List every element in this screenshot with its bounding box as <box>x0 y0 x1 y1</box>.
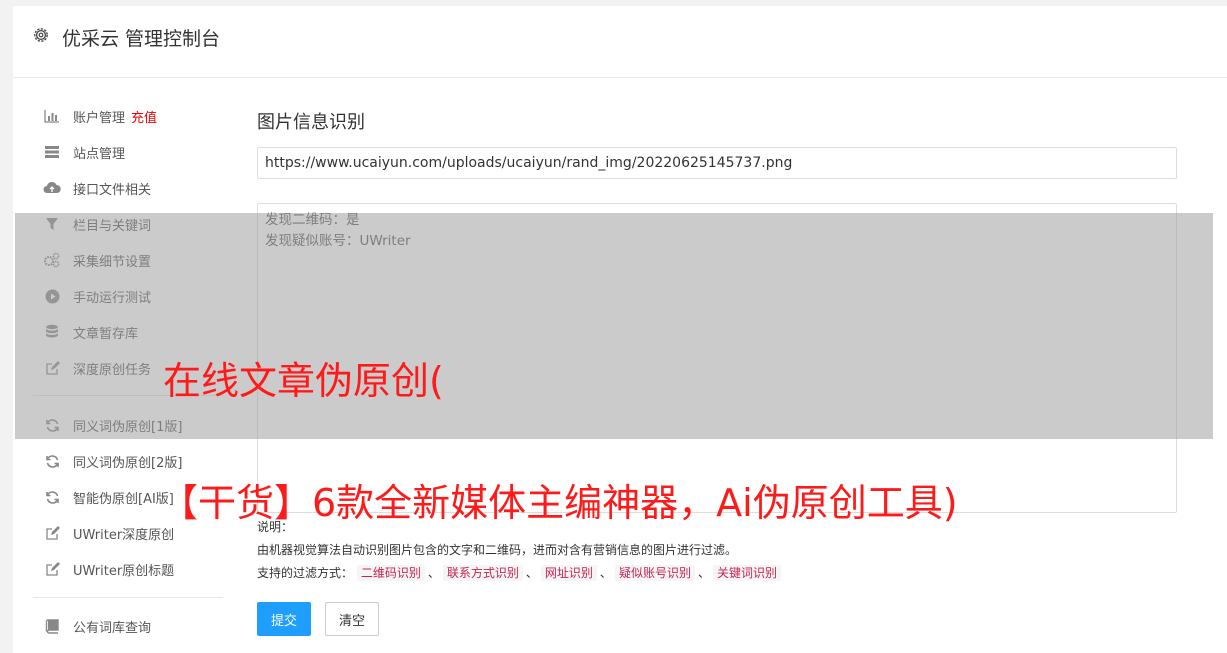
sidebar-item-collect-settings[interactable]: 采集细节设置 <box>43 248 151 272</box>
sidebar-item-label: 同义词伪原创[1版] <box>73 419 183 435</box>
sidebar-item-deep-original[interactable]: 深度原创任务 <box>43 356 151 380</box>
refresh-icon <box>43 452 61 470</box>
sidebar-item-synonym-v2[interactable]: 同义词伪原创[2版] <box>43 449 182 473</box>
database-icon <box>43 323 61 341</box>
filter-methods: 支持的过滤方式： 二维码识别、联系方式识别、网址识别、疑似账号识别、关键词识别 <box>257 562 781 585</box>
sidebar-item-interface[interactable]: 接口文件相关 <box>43 176 151 200</box>
sidebar-item-columns[interactable]: 栏目与关键词 <box>43 212 151 236</box>
filter-separator: 、 <box>599 566 612 580</box>
bar-chart-icon <box>43 107 61 125</box>
book-icon <box>43 617 61 635</box>
sidebar-item-label: 公有词库查询 <box>73 620 152 636</box>
page-header: 优采云 管理控制台 <box>13 6 1227 78</box>
refresh-icon <box>43 416 61 434</box>
sidebar-item-label: 采集细节设置 <box>73 254 152 270</box>
clear-button[interactable]: 清空 <box>325 602 379 636</box>
sidebar-item-ai-rewrite[interactable]: 智能伪原创[AI版] <box>43 485 174 509</box>
sidebar-item-label: 手动运行测试 <box>73 290 152 306</box>
sidebar-item-label: 账户管理 <box>73 110 126 126</box>
sidebar-item-sites[interactable]: 站点管理 <box>43 140 125 164</box>
result-line: 发现疑似账号：UWriter <box>265 233 411 249</box>
refresh-icon <box>43 488 61 506</box>
gear-icon <box>32 26 50 44</box>
sidebar-divider <box>33 597 223 598</box>
sidebar-item-label: 文章暂存库 <box>73 326 139 342</box>
sidebar-item-label: 深度原创任务 <box>73 362 152 378</box>
recharge-link[interactable]: 充值 <box>131 107 157 126</box>
sidebar-item-label: UWriter原创标题 <box>73 563 175 579</box>
image-url-input[interactable] <box>257 147 1177 179</box>
sidebar-item-label: UWriter深度原创 <box>73 527 175 543</box>
filter-label: 支持的过滤方式： <box>257 566 354 580</box>
filter-separator: 、 <box>427 566 440 580</box>
gears-icon <box>43 251 61 269</box>
section-title: 图片信息识别 <box>257 112 365 133</box>
sidebar-item-article-store[interactable]: 文章暂存库 <box>43 320 138 344</box>
sidebar-item-label: 同义词伪原创[2版] <box>73 455 183 471</box>
filter-icon <box>43 215 61 233</box>
submit-button[interactable]: 提交 <box>257 602 311 636</box>
sidebar-item-uwriter-title[interactable]: UWriter原创标题 <box>43 557 174 581</box>
play-icon <box>43 287 61 305</box>
overlay-headline-line1: 在线文章伪原创( <box>163 359 444 403</box>
filter-tag: 二维码识别 <box>356 565 425 581</box>
edit-icon <box>43 524 61 542</box>
sidebar-item-account[interactable]: 账户管理 充值 <box>43 104 157 128</box>
sidebar-item-label: 栏目与关键词 <box>73 218 152 234</box>
filter-tag: 联系方式识别 <box>442 565 523 581</box>
sidebar-item-label: 接口文件相关 <box>73 182 152 198</box>
sidebar-item-synonym-v1[interactable]: 同义词伪原创[1版] <box>43 413 182 437</box>
filter-separator: 、 <box>525 566 538 580</box>
edit-icon <box>43 560 61 578</box>
sidebar-item-manual-test[interactable]: 手动运行测试 <box>43 284 151 308</box>
notes-description: 由机器视觉算法自动识别图片包含的文字和二维码，进而对含有营销信息的图片进行过滤。 <box>257 543 738 557</box>
sidebar-item-label: 站点管理 <box>73 146 126 162</box>
result-line: 发现二维码：是 <box>265 212 360 228</box>
overlay-headline-line2: 【干货】6款全新媒体主编神器，Ai伪原创工具) <box>160 481 958 525</box>
filter-tag: 疑似账号识别 <box>614 565 695 581</box>
server-icon <box>43 143 61 161</box>
filter-tag: 关键词识别 <box>712 565 781 581</box>
sidebar-item-uwriter-deep[interactable]: UWriter深度原创 <box>43 521 174 545</box>
sidebar-item-label: 智能伪原创[AI版] <box>73 491 174 507</box>
edit-icon <box>43 359 61 377</box>
console-card: 优采云 管理控制台 账户管理 充值 站点管理 接口文件相关 栏目与关键词 采集细… <box>13 6 1227 653</box>
filter-separator: 、 <box>697 566 710 580</box>
page-title: 优采云 管理控制台 <box>62 28 221 50</box>
sidebar-item-public-lexicon[interactable]: 公有词库查询 <box>43 614 151 638</box>
cloud-upload-icon <box>43 179 61 197</box>
filter-tag: 网址识别 <box>540 565 597 581</box>
